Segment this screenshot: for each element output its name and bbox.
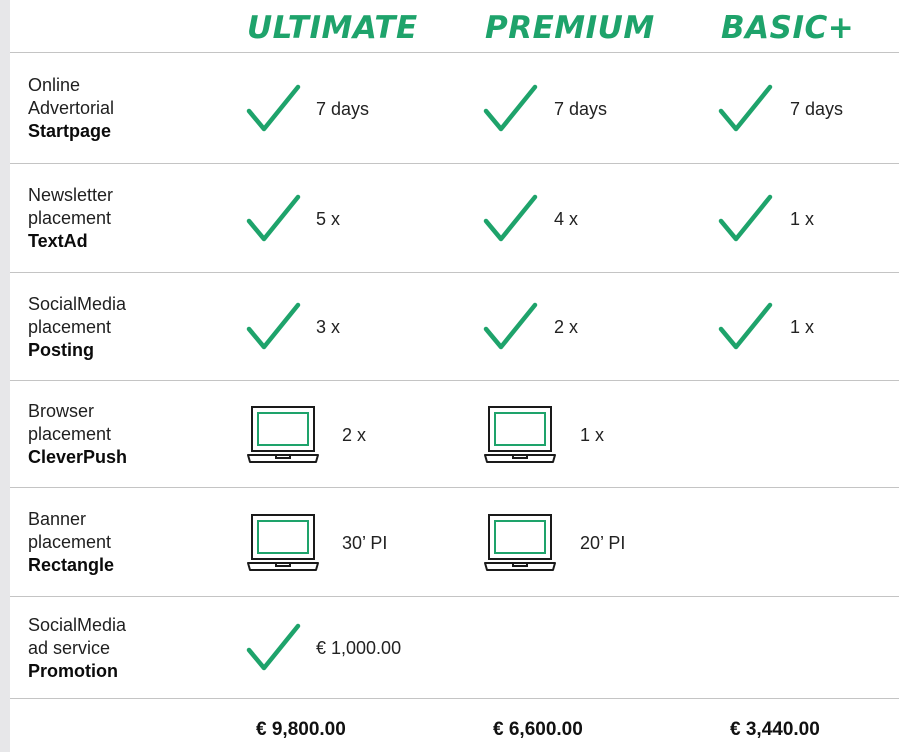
feature-label: SocialMedia ad service Promotion: [28, 614, 126, 683]
table-row: SocialMedia ad service Promotion € 1,000.00: [10, 596, 899, 699]
cell-value: 2 x: [342, 425, 367, 445]
cell-value: € 1,000.00: [316, 638, 402, 658]
feature-name: Rectangle: [28, 555, 115, 575]
table-row: SocialMedia placement Posting 3 x 2 x 1 x: [10, 272, 899, 381]
feature-desc-line: Online: [28, 75, 81, 95]
table-row: Browser placement CleverPush 2 x 1 x: [10, 380, 899, 488]
table-row: Online Advertorial Startpage 7 days 7 days 7 …: [10, 52, 899, 164]
cell-value: 1 x: [790, 317, 815, 337]
laptop-icon: [246, 513, 320, 578]
feature-name: TextAd: [28, 231, 88, 251]
feature-label: Online Advertorial Startpage: [28, 74, 114, 143]
feature-label: Newsletter placement TextAd: [28, 184, 113, 253]
cell-value: 7 days: [554, 99, 608, 119]
feature-name: Startpage: [28, 121, 112, 141]
feature-label: Browser placement CleverPush: [28, 400, 127, 469]
divider: [10, 698, 899, 699]
price-premium: € 6,600.00: [493, 719, 583, 740]
cell-value: 7 days: [790, 99, 844, 119]
feature-label: Banner placement Rectangle: [28, 508, 114, 577]
feature-desc-line: Banner: [28, 509, 87, 529]
feature-label: SocialMedia placement Posting: [28, 293, 126, 362]
plan-header-ultimate: ULTIMATE: [247, 10, 418, 46]
check-icon: [483, 191, 539, 252]
plan-header-premium: PREMIUM: [485, 10, 655, 46]
feature-name: Posting: [28, 340, 94, 360]
feature-desc-line: Advertorial: [28, 98, 115, 118]
check-icon: [718, 191, 774, 252]
price-basic-plus: € 3,440.00: [730, 719, 820, 740]
cell-value: 2 x: [554, 317, 579, 337]
cell-value: 5 x: [316, 209, 341, 229]
feature-desc-line: placement: [28, 317, 112, 337]
laptop-icon: [246, 405, 320, 470]
cell-value: 4 x: [554, 209, 579, 229]
feature-desc-line: ad service: [28, 638, 111, 658]
check-icon: [483, 299, 539, 360]
feature-desc-line: Newsletter: [28, 185, 114, 205]
feature-desc-line: placement: [28, 424, 112, 444]
cell-value: 1 x: [790, 209, 815, 229]
feature-desc-line: SocialMedia: [28, 294, 127, 314]
feature-name: Promotion: [28, 661, 118, 681]
plan-header-basic-plus: BASIC+: [721, 10, 855, 46]
pricing-table: ULTIMATE PREMIUM BASIC+ Online Advertoria…: [10, 0, 899, 752]
laptop-icon: [483, 405, 557, 470]
cell-value: 1 x: [580, 425, 605, 445]
check-icon: [483, 81, 539, 142]
table-row: Banner placement Rectangle 30’ PI 20’ PI: [10, 487, 899, 597]
check-icon: [246, 620, 302, 681]
feature-desc-line: SocialMedia: [28, 615, 127, 635]
price-ultimate: € 9,800.00: [256, 719, 346, 740]
check-icon: [246, 191, 302, 252]
feature-name: CleverPush: [28, 447, 128, 467]
check-icon: [246, 81, 302, 142]
check-icon: [718, 81, 774, 142]
check-icon: [246, 299, 302, 360]
cell-value: 20’ PI: [580, 533, 626, 553]
cell-value: 7 days: [316, 99, 370, 119]
table-row: Newsletter placement TextAd 5 x 4 x 1 x: [10, 163, 899, 273]
feature-desc-line: placement: [28, 208, 112, 228]
cell-value: 30’ PI: [342, 533, 388, 553]
feature-desc-line: placement: [28, 532, 112, 552]
cell-value: 3 x: [316, 317, 341, 337]
feature-desc-line: Browser: [28, 401, 95, 421]
check-icon: [718, 299, 774, 360]
laptop-icon: [483, 513, 557, 578]
